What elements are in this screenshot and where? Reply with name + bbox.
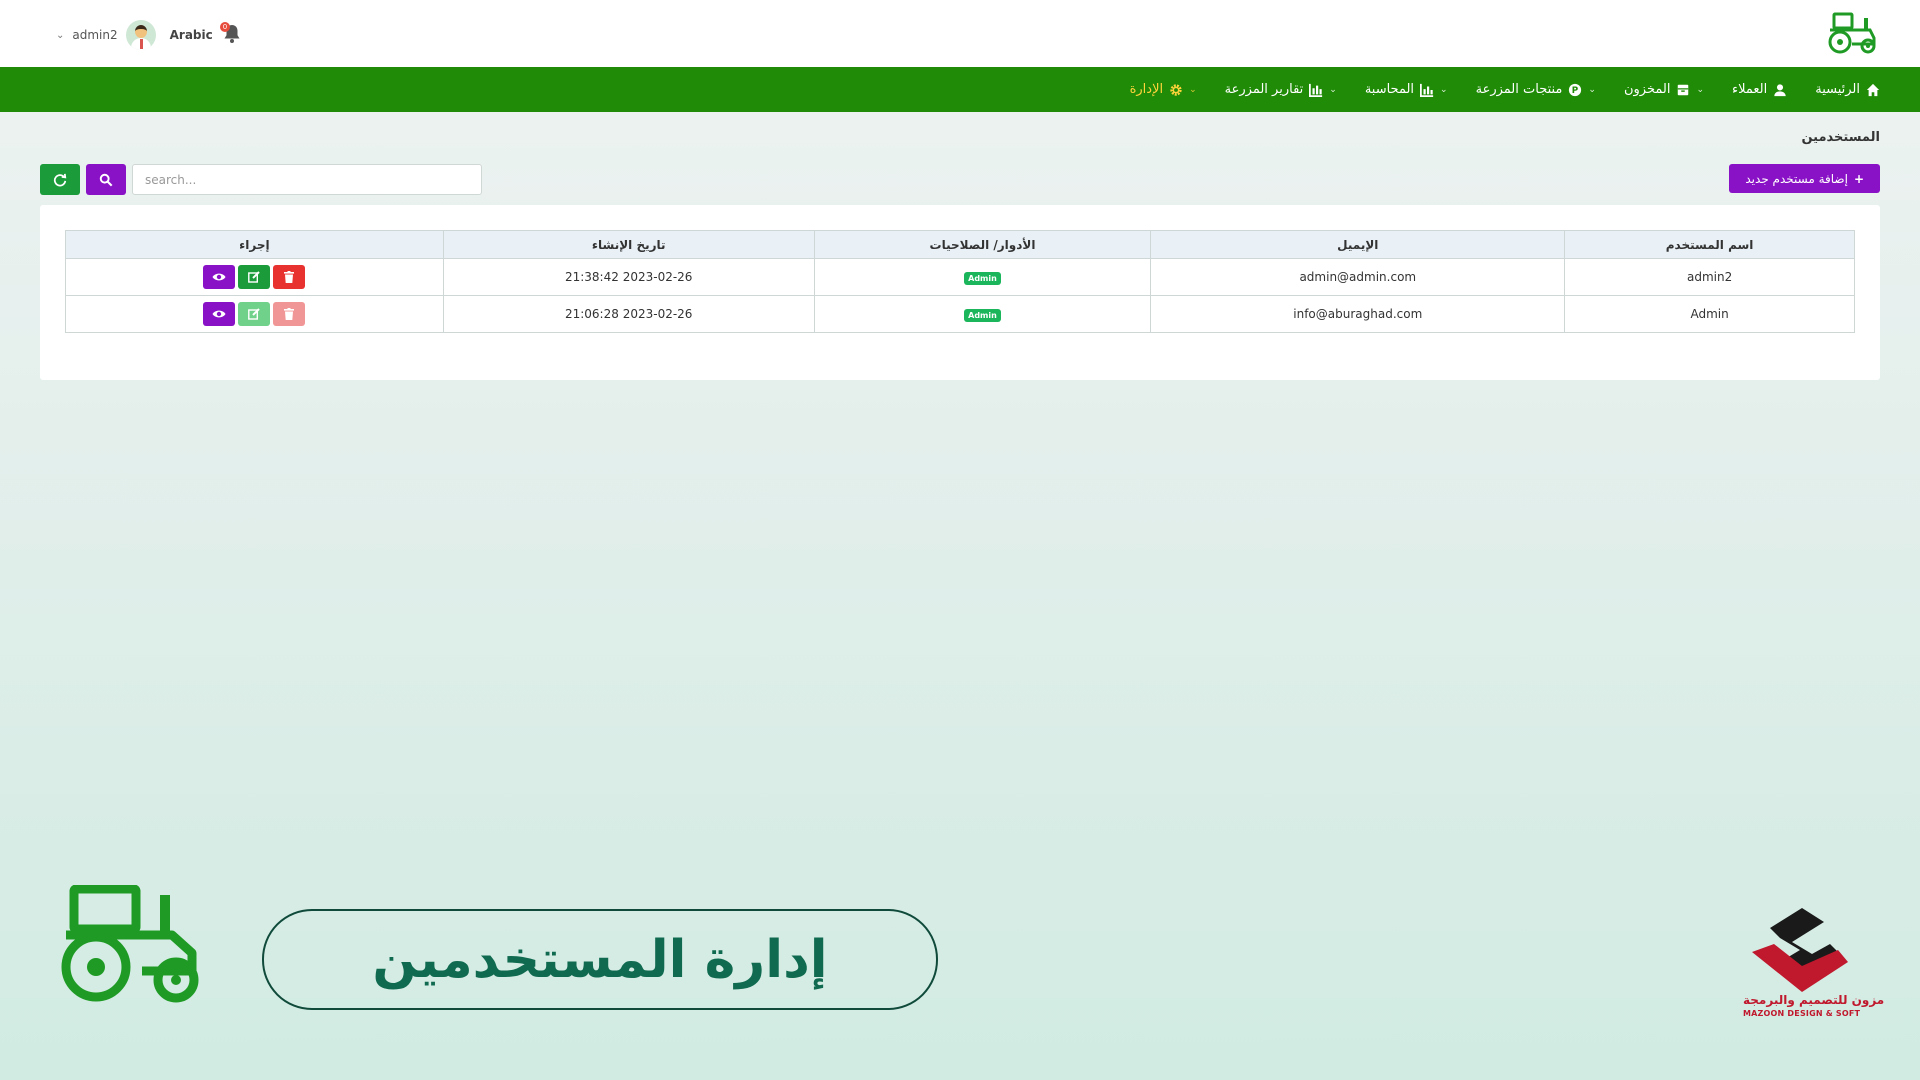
svg-text:P: P — [1572, 86, 1579, 96]
refresh-button[interactable] — [40, 164, 80, 195]
nav-customers-label: العملاء — [1731, 82, 1768, 97]
col-username[interactable]: اسم المستخدم — [1564, 230, 1855, 259]
box-icon — [1678, 84, 1689, 95]
role-badge: Admin — [964, 308, 1001, 322]
nav-customers[interactable]: العملاء — [1732, 82, 1787, 97]
cell-actions — [65, 258, 444, 296]
chevron-down-icon[interactable]: ⌄ — [56, 30, 64, 41]
chevron-down-icon: ⌄ — [1189, 84, 1197, 95]
table-header-row: اسم المستخدم الإيميل الأدوار/ الصلاحيات … — [65, 230, 1855, 259]
main-nav: الرئيسية العملاء ⌄ المخزون ⌄ P منتجات ال… — [0, 67, 1920, 112]
search-bar — [40, 164, 482, 195]
add-user-label: إضافة مستخدم جديد — [1745, 171, 1848, 186]
delete-button[interactable] — [273, 265, 306, 289]
gear-icon — [1170, 83, 1182, 96]
edit-icon — [248, 308, 261, 320]
add-user-button[interactable]: إضافة مستخدم جديد + — [1729, 164, 1880, 193]
avatar[interactable] — [125, 20, 156, 50]
brand-arabic: مزون للتصميم والبرمجة — [1743, 993, 1885, 1007]
banner-title: إدارة المستخدمين — [372, 929, 828, 990]
role-badge: Admin — [964, 271, 1001, 285]
language-switch[interactable]: Arabic — [170, 28, 213, 42]
chart-icon — [1420, 83, 1434, 97]
product-icon: P — [1569, 83, 1582, 96]
col-created[interactable]: تاريخ الإنشاء — [442, 230, 815, 259]
tractor-illustration-icon — [61, 885, 199, 1003]
view-button[interactable] — [203, 265, 236, 289]
nav-inventory-label: المخزون — [1623, 82, 1671, 97]
nav-inventory[interactable]: ⌄ المخزون — [1624, 82, 1704, 97]
nav-accounting-label: المحاسبة — [1364, 82, 1415, 97]
cell-email: admin@admin.com — [1150, 258, 1566, 296]
chevron-down-icon: ⌄ — [1329, 84, 1337, 95]
nav-farm-reports[interactable]: ⌄ تقارير المزرعة — [1225, 82, 1337, 97]
page-title: المستخدمين — [1801, 130, 1880, 145]
cell-actions — [65, 295, 444, 333]
nav-farm-products[interactable]: ⌄ P منتجات المزرعة — [1476, 82, 1596, 97]
view-button[interactable] — [203, 302, 236, 326]
refresh-icon — [53, 173, 67, 186]
users-table: اسم المستخدم الإيميل الأدوار/ الصلاحيات … — [65, 230, 1855, 333]
username[interactable]: admin2 — [72, 28, 117, 42]
search-input[interactable] — [132, 164, 482, 195]
user-menu[interactable]: ⌄ admin2 Arabic — [56, 20, 213, 50]
plus-icon: + — [1853, 171, 1864, 186]
report-icon — [1309, 83, 1323, 97]
nav-farm-reports-label: تقارير المزرعة — [1224, 82, 1304, 97]
home-icon — [1866, 83, 1880, 96]
col-actions: إجراء — [65, 230, 444, 259]
table-row: admin2 admin@admin.com Admin 2023-02-26 … — [65, 258, 1855, 296]
cell-role: Admin — [813, 295, 1152, 333]
chevron-down-icon: ⌄ — [1588, 84, 1596, 95]
cell-email: info@aburaghad.com — [1150, 295, 1566, 333]
cell-created: 2023-02-26 21:06:28 — [442, 295, 815, 333]
eye-icon — [212, 310, 226, 318]
users-card: اسم المستخدم الإيميل الأدوار/ الصلاحيات … — [40, 205, 1880, 380]
cell-username: admin2 — [1564, 258, 1855, 296]
top-bar: ⌄ admin2 Arabic 0 — [0, 0, 1920, 67]
cell-role: Admin — [813, 258, 1152, 296]
table-row: Admin info@aburaghad.com Admin 2023-02-2… — [65, 295, 1855, 333]
nav-administration-label: الإدارة — [1129, 82, 1164, 97]
search-icon — [99, 173, 113, 186]
cell-created: 2023-02-26 21:38:42 — [442, 258, 815, 296]
feature-banner: إدارة المستخدمين — [262, 909, 938, 1010]
user-icon — [1774, 83, 1786, 96]
edit-button-disabled — [238, 302, 271, 326]
eye-icon — [212, 273, 226, 281]
notification-count: 0 — [220, 22, 230, 32]
col-roles[interactable]: الأدوار/ الصلاحيات — [813, 230, 1152, 259]
nav-administration[interactable]: ⌄ الإدارة — [1130, 82, 1197, 97]
edit-icon — [248, 271, 261, 283]
nav-home[interactable]: الرئيسية — [1815, 82, 1880, 97]
chevron-down-icon: ⌄ — [1440, 84, 1448, 95]
trash-icon — [284, 271, 295, 283]
notification-bell[interactable]: 0 — [220, 22, 244, 46]
search-button[interactable] — [86, 164, 126, 195]
nav-accounting[interactable]: ⌄ المحاسبة — [1365, 82, 1448, 97]
delete-button-disabled — [273, 302, 306, 326]
cell-username: Admin — [1564, 295, 1855, 333]
brand-english: MAZOON DESIGN & SOFT — [1743, 1009, 1861, 1018]
nav-home-label: الرئيسية — [1815, 82, 1860, 97]
chevron-down-icon: ⌄ — [1696, 84, 1704, 95]
trash-icon — [284, 308, 295, 320]
nav-farm-products-label: منتجات المزرعة — [1475, 82, 1563, 97]
edit-button[interactable] — [238, 265, 271, 289]
tractor-logo-icon — [1828, 12, 1876, 54]
col-email[interactable]: الإيميل — [1150, 230, 1566, 259]
